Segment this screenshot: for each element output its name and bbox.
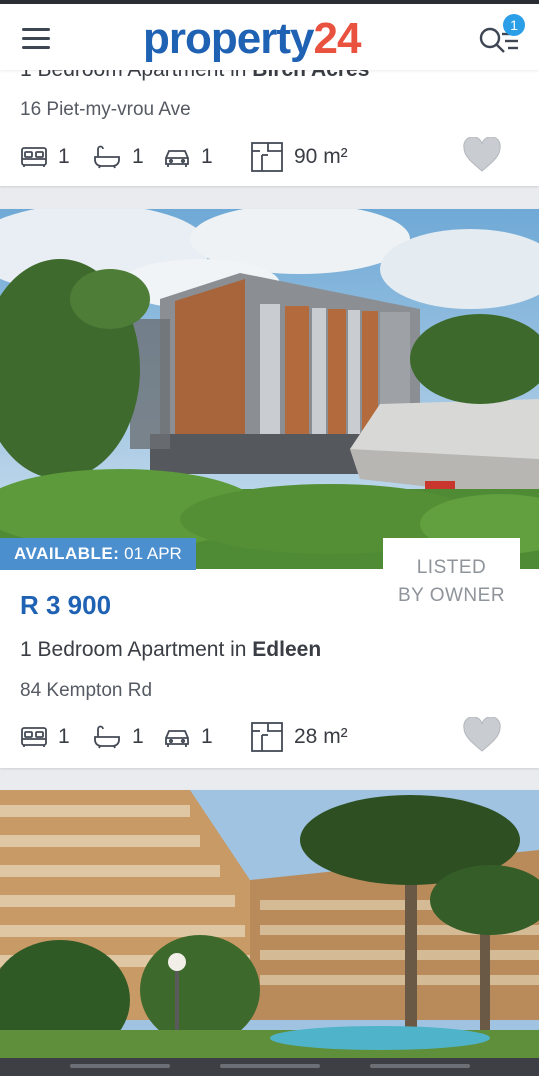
bathrooms-feature: 1 — [92, 721, 144, 753]
listing-features: 1 1 1 28 m² — [20, 717, 520, 753]
logo-text: property — [143, 14, 314, 63]
bedrooms-count: 1 — [58, 725, 70, 748]
car-icon — [165, 150, 189, 167]
floor-size: 90 m² — [294, 145, 348, 168]
bed-icon — [21, 147, 47, 167]
listed-by-line1: LISTED — [416, 557, 487, 578]
bath-icon — [94, 725, 120, 749]
listing-title-prefix: 1 Bedroom Apartment in — [20, 638, 253, 661]
property24-logo[interactable]: property24 — [143, 12, 361, 66]
floor-size-icon — [251, 142, 283, 172]
parking-feature: 1 — [163, 721, 213, 753]
apartment-building-photo — [0, 209, 539, 569]
listed-by-owner-badge: LISTED BY OWNER — [383, 538, 520, 614]
listing-card[interactable] — [0, 790, 539, 1060]
bathrooms-count: 1 — [132, 725, 144, 748]
favourite-heart-icon[interactable] — [462, 137, 502, 173]
listing-photo[interactable] — [0, 209, 539, 569]
complex-pool-photo[interactable] — [0, 790, 539, 1060]
bedrooms-feature: 1 — [20, 721, 70, 753]
size-feature: 28 m² — [250, 721, 348, 753]
status-strip — [0, 0, 539, 4]
listing-address: 84 Kempton Rd — [20, 680, 153, 701]
floor-size-icon — [251, 722, 283, 752]
listing-suburb: Edleen — [252, 638, 322, 661]
listing-price: R 3 900 — [20, 590, 112, 620]
parking-count: 1 — [201, 145, 213, 168]
car-icon — [165, 730, 189, 747]
listing-card[interactable]: AVAILABLE: 01 APR LISTED BY OWNER R 3 90… — [0, 209, 539, 768]
bedrooms-count: 1 — [58, 145, 70, 168]
app-header: property24 1 — [0, 4, 539, 70]
listing-title: 1 Bedroom Apartment in Edleen — [20, 638, 321, 662]
parking-feature: 1 — [163, 141, 213, 173]
listing-address: 16 Piet-my-vrou Ave — [20, 99, 191, 120]
nav-indicator — [70, 1064, 170, 1068]
nav-indicator — [220, 1064, 320, 1068]
bathrooms-feature: 1 — [92, 141, 144, 173]
parking-count: 1 — [201, 725, 213, 748]
system-nav-bar — [0, 1058, 539, 1076]
bedrooms-feature: 1 — [20, 141, 70, 173]
bathrooms-count: 1 — [132, 145, 144, 168]
availability-date: 01 APR — [124, 544, 182, 563]
nav-indicator — [370, 1064, 470, 1068]
notification-badge: 1 — [503, 14, 525, 36]
availability-label: AVAILABLE: — [14, 544, 120, 563]
favourite-heart-icon[interactable] — [462, 717, 502, 753]
bath-icon — [94, 145, 120, 169]
listed-by-line2: BY OWNER — [397, 585, 506, 606]
availability-badge: AVAILABLE: 01 APR — [0, 538, 196, 570]
floor-size: 28 m² — [294, 725, 348, 748]
size-feature: 90 m² — [250, 141, 348, 173]
logo-number: 24 — [313, 14, 361, 63]
hamburger-menu-icon[interactable] — [22, 28, 50, 52]
bed-icon — [21, 727, 47, 747]
listing-features: 1 1 1 90 m² — [20, 137, 520, 173]
